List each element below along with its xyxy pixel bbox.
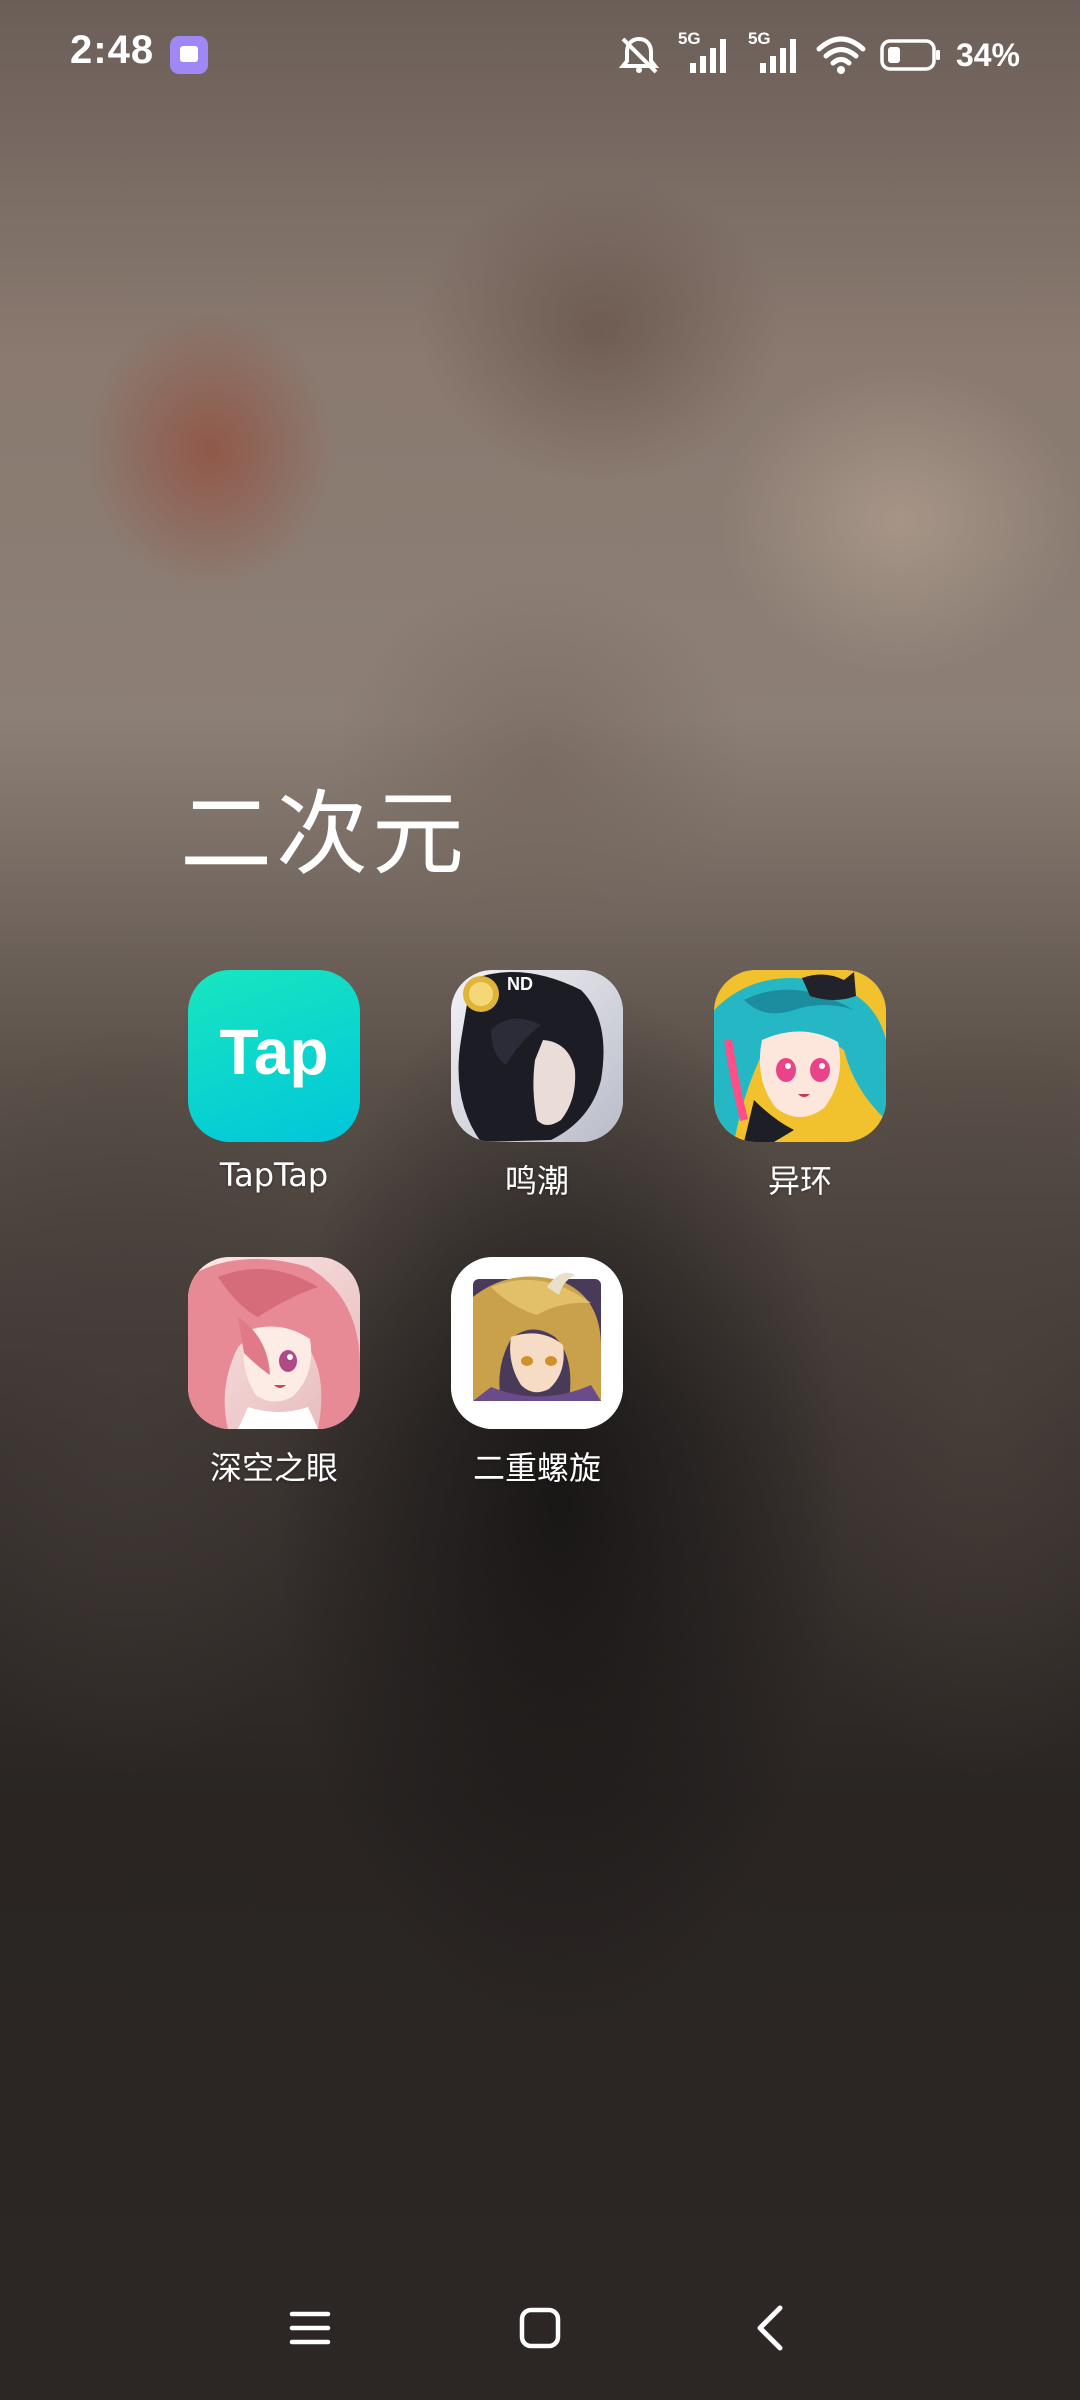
mute-icon — [616, 35, 662, 75]
network-label: 5G — [677, 29, 701, 48]
app-taptap[interactable]: Tap TapTap — [154, 970, 394, 1194]
wuthering-waves-icon[interactable]: ND — [451, 970, 623, 1142]
neverness-icon[interactable] — [714, 970, 886, 1142]
network-label: 5G — [747, 29, 771, 48]
app-wuthering-waves[interactable]: ND 鸣潮 — [417, 970, 657, 1202]
battery-percent: 34% — [955, 36, 1020, 73]
taptap-icon[interactable]: Tap — [188, 970, 360, 1142]
status-bar: 2:48 5G 5G 34% — [0, 0, 1080, 110]
duet-night-abyss-icon[interactable] — [451, 1257, 623, 1429]
app-label: 异环 — [767, 1162, 832, 1200]
app-duet-night-abyss[interactable]: 二重螺旋 — [417, 1257, 657, 1489]
wuthering-waves-icon-text: ND — [507, 974, 533, 994]
signal-icon: 5G — [746, 29, 802, 75]
status-icons: 5G 5G 34% — [616, 29, 1020, 80]
menu-icon — [288, 2308, 332, 2352]
menu-button[interactable] — [270, 2290, 350, 2370]
folder-title: 二次元 — [180, 781, 469, 888]
signal-icon: 5G — [676, 29, 732, 75]
back-button[interactable] — [730, 2290, 810, 2370]
aether-gazer-icon[interactable] — [188, 1257, 360, 1429]
app-label: 二重螺旋 — [472, 1449, 601, 1487]
back-icon — [754, 2304, 786, 2356]
home-icon — [518, 2306, 562, 2354]
app-label: 鸣潮 — [504, 1162, 569, 1200]
home-button[interactable] — [500, 2290, 580, 2370]
app-aether-gazer[interactable]: 深空之眼 — [154, 1257, 394, 1489]
battery-icon — [880, 38, 942, 72]
app-badge-icon — [170, 36, 208, 74]
taptap-logo-text: Tap — [219, 1016, 328, 1088]
wifi-icon — [816, 35, 866, 75]
app-neverness[interactable]: 异环 — [680, 970, 920, 1202]
app-label: TapTap — [219, 1156, 329, 1194]
navigation-bar — [0, 2260, 1080, 2400]
status-time: 2:48 — [70, 28, 155, 72]
app-label: 深空之眼 — [209, 1449, 338, 1487]
